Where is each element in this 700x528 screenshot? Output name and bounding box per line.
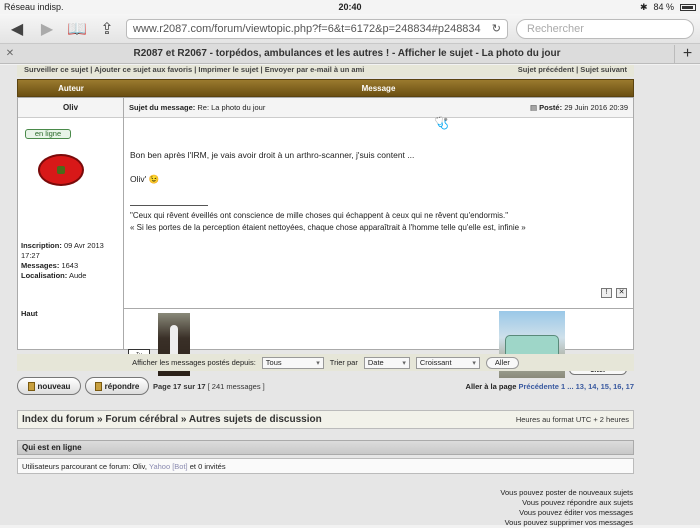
online-badge: en ligne [25,129,71,139]
since-select[interactable]: Tous [261,356,324,369]
order-select[interactable]: Croissant [415,356,480,369]
previous-page-link[interactable]: Précédente [518,382,558,391]
who-is-online-header: Qui est en ligne [17,440,634,455]
post-text-2: Oliv' [130,174,147,184]
signature-line-1: "Ceux qui rêvent éveillés ont conscience… [130,211,509,220]
topic-action-links[interactable]: Surveiller ce sujet | Ajouter ce sujet a… [24,65,364,77]
signature: "Ceux qui rêvent éveillés ont conscience… [130,205,526,234]
new-tab-icon[interactable]: + [674,44,700,63]
post-text-1: Bon ben après l'IRM, je vais avoir droit… [130,150,415,160]
breadcrumb[interactable]: Index du forum » Forum cérébral » Autres… [22,414,322,425]
permission-item: Vous pouvez supprimer vos messages [504,518,633,527]
wink-smiley-icon: 😉 [148,174,160,184]
action-row: nouveau répondre Page 17 sur 17 [ 241 me… [17,375,634,397]
page-links[interactable]: 1 ... 13, 14, 15, 16, 17 [561,382,634,391]
permission-item: Vous pouvez éditer vos messages [519,508,633,517]
bot-user[interactable]: Yahoo [Bot] [149,462,188,471]
forum-page: Surveiller ce sujet | Ajouter ce sujet a… [0,65,700,528]
message-count: 1643 [61,261,79,270]
message-column: Sujet du message: Re: La photo du jour ▤… [124,98,633,378]
go-button[interactable]: Aller [485,356,519,369]
share-icon[interactable]: ⇪ [96,19,118,39]
battery-icon [680,3,696,11]
pagination: Aller à la page Précédente 1 ... 13, 14,… [465,381,634,391]
report-icon[interactable]: ! [601,288,612,298]
signature-line-2: « Si les portes de la perception étaient… [130,223,526,232]
online-users: Utilisateurs parcourant ce forum: Oliv, … [17,458,634,474]
author-column: Oliv en ligne Inscription: 09 Avr 2013 1… [18,98,124,349]
message-column-header: Message [361,83,396,93]
forward-icon[interactable]: ▶ [36,19,58,39]
topic-actions: Surveiller ce sujet | Ajouter ce sujet a… [17,65,634,77]
reply-button[interactable]: répondre [85,377,149,395]
author-name[interactable]: Oliv [18,98,123,118]
permissions-list: Vous pouvez poster de nouveaux sujets Vo… [500,488,633,528]
warn-icon[interactable]: ✕ [616,288,627,298]
new-topic-button[interactable]: nouveau [17,377,81,395]
bookmarks-icon[interactable]: 📖 [66,19,88,39]
back-icon[interactable]: ◀ [6,19,28,39]
tab-title[interactable]: R2087 et R2067 - torpédos, ambulances et… [20,48,674,59]
back-to-top-link[interactable]: Haut [21,309,38,318]
display-filter: Afficher les messages postés depuis: Tou… [17,354,634,371]
sort-label: Trier par [329,358,358,367]
reply-icon [94,381,102,391]
url-text: www.r2087.com/forum/viewtopic.php?f=6&t=… [133,22,481,35]
new-topic-icon [27,381,35,391]
smiley-doctor-icon: 🩺 [434,116,449,130]
clock: 20:40 [338,2,362,12]
posts-header: Auteur Message [17,79,634,97]
location: Aude [68,271,87,280]
user-info: Inscription: 09 Avr 2013 17:27 Messages:… [21,241,104,280]
permission-item: Vous pouvez poster de nouveaux sujets [500,488,633,497]
post-icon[interactable]: ▤ [530,103,537,112]
post-date: 29 Juin 2016 20:39 [564,103,628,112]
tab-bar: ✕ R2087 et R2067 - torpédos, ambulances … [0,44,700,64]
topic-nav-links[interactable]: Sujet précédent | Sujet suivant [518,65,627,77]
subject-row: Sujet du message: Re: La photo du jour ▤… [124,98,633,118]
post-body: Bon ben après l'IRM, je vais avoir droit… [130,149,414,197]
post: Oliv en ligne Inscription: 09 Avr 2013 1… [17,97,634,378]
author-column-header: Auteur [58,83,84,93]
address-bar[interactable]: www.r2087.com/forum/viewtopic.php?f=6&t=… [126,18,508,39]
forum-index-bar: Index du forum » Forum cérébral » Autres… [17,410,634,429]
browser-toolbar: ◀ ▶ 📖 ⇪ www.r2087.com/forum/viewtopic.ph… [0,14,700,44]
subject: Re: La photo du jour [197,103,266,112]
filter-label: Afficher les messages postés depuis: [132,358,256,367]
permission-item: Vous pouvez répondre aux sujets [522,498,633,507]
message-total: [ 241 messages ] [207,381,265,391]
search-input[interactable]: Rechercher [516,18,694,39]
avatar [38,154,84,186]
timezone-note: Heures au format UTC + 2 heures [515,415,629,424]
reload-icon[interactable]: ↻ [492,22,501,35]
page-info: Page 17 sur 17 [153,381,206,391]
sort-by-select[interactable]: Date [363,356,410,369]
close-tab-icon[interactable]: ✕ [0,48,20,59]
status-bar: Réseau indisp. 20:40 ✱ 84 % [0,0,700,14]
